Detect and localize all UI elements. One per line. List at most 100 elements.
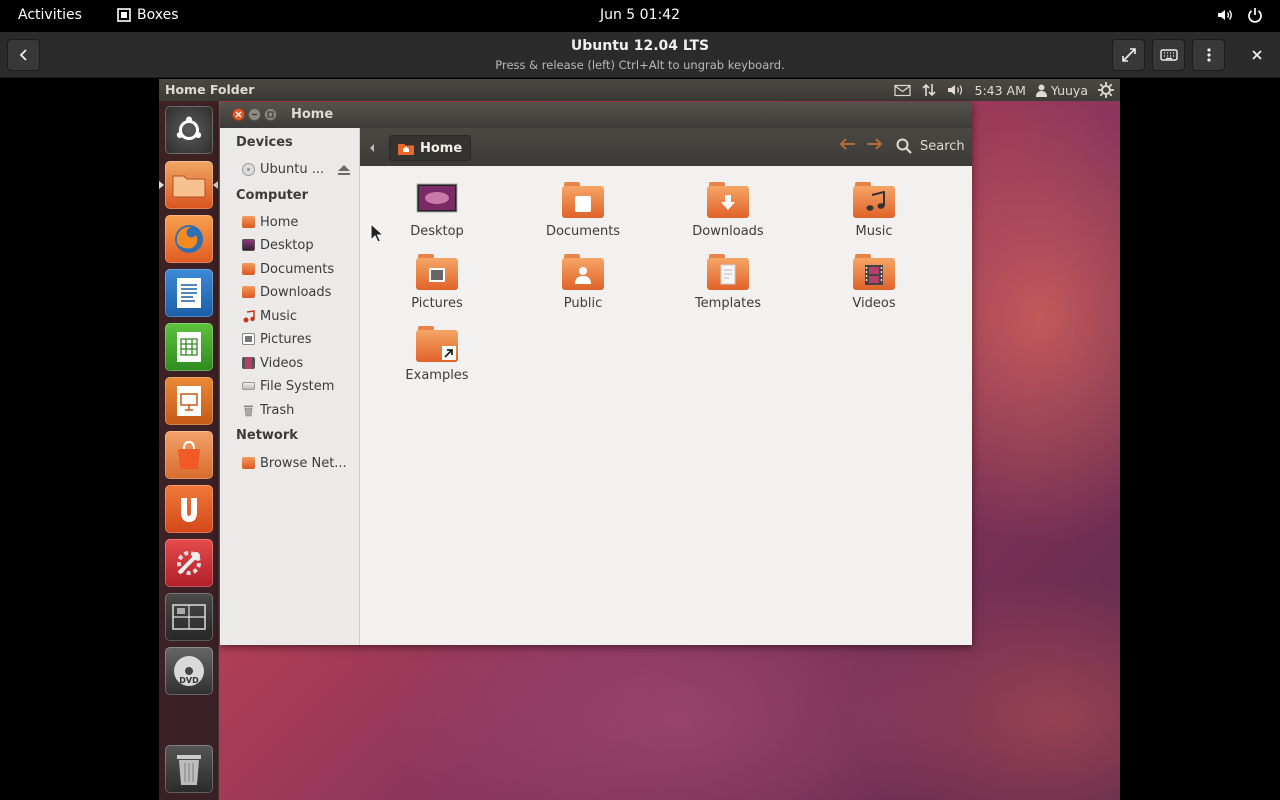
window-close-button[interactable] — [232, 108, 245, 121]
breadcrumb-home[interactable]: Home — [389, 135, 472, 161]
launcher-system-settings[interactable] — [165, 539, 213, 587]
folder-templates[interactable]: Templates — [668, 254, 788, 318]
sidebar-item-downloads[interactable]: Downloads — [242, 282, 358, 302]
folder-music[interactable]: Music — [814, 182, 934, 246]
sidebar-item-documents[interactable]: Documents — [242, 259, 358, 279]
unity-launcher: DVD — [159, 101, 219, 800]
sound-icon[interactable] — [947, 83, 965, 97]
breadcrumb-left-arrow-icon[interactable] — [369, 144, 375, 152]
documents-folder-icon — [562, 182, 604, 218]
item-label: Public — [563, 296, 603, 311]
launcher-workspace-switcher[interactable] — [165, 593, 213, 641]
gnome-top-bar: Activities Boxes Jun 5 01:42 — [0, 0, 1280, 32]
folder-public[interactable]: Public — [523, 254, 643, 318]
launcher-software-center[interactable] — [165, 431, 213, 479]
window-titlebar[interactable]: Home — [220, 102, 972, 128]
sidebar-item-file-system[interactable]: File System — [242, 376, 358, 396]
search-button[interactable]: Search — [896, 138, 965, 154]
sidebar-item-videos[interactable]: Videos — [242, 353, 358, 373]
dash-home-button[interactable] — [165, 106, 213, 154]
user-name: Yuuya — [1050, 82, 1088, 98]
item-label: Templates — [694, 296, 762, 311]
breadcrumb-label: Home — [420, 140, 463, 156]
sidebar-item-pictures[interactable]: Pictures — [242, 329, 358, 349]
sidebar-heading-computer: Computer — [236, 188, 309, 203]
more-vertical-icon — [1206, 48, 1211, 62]
folder-videos[interactable]: Videos — [814, 254, 934, 318]
workspace-switcher-icon — [172, 604, 206, 630]
launcher-firefox[interactable] — [165, 215, 213, 263]
vm-subtitle: Press & release (left) Ctrl+Alt to ungra… — [495, 58, 785, 72]
item-label: Documents — [545, 224, 621, 239]
boxes-app-icon — [117, 8, 131, 22]
hard-drive-icon — [242, 382, 255, 390]
clock[interactable]: Jun 5 01:42 — [600, 7, 680, 23]
item-label: Videos — [852, 296, 896, 311]
launcher-writer[interactable] — [165, 269, 213, 317]
videos-folder-icon — [853, 254, 895, 290]
sidebar-item-label: Downloads — [260, 284, 332, 300]
volume-icon[interactable] — [1216, 6, 1234, 24]
activities-button[interactable]: Activities — [18, 7, 82, 23]
launcher-files[interactable] — [165, 161, 213, 209]
sidebar-item-browse-network[interactable]: Browse Net... — [242, 453, 358, 473]
close-button[interactable] — [1240, 39, 1273, 71]
shopping-bag-icon — [178, 440, 200, 469]
home-folder-icon — [242, 216, 255, 228]
sidebar-item-label: Ubuntu ... — [260, 161, 325, 177]
downloads-folder-icon — [707, 182, 749, 218]
writer-document-icon — [177, 278, 201, 308]
sidebar-item-music[interactable]: Music — [242, 306, 358, 326]
music-folder-icon — [853, 182, 895, 218]
impress-presentation-icon — [177, 386, 201, 416]
calc-spreadsheet-icon — [177, 332, 201, 362]
folder-examples[interactable]: Examples — [377, 326, 497, 390]
user-menu[interactable]: Yuuya — [1035, 82, 1088, 98]
pictures-folder-icon — [416, 254, 458, 290]
folder-documents[interactable]: Documents — [523, 182, 643, 246]
places-sidebar: Devices Ubuntu ... Computer Home Desktop… — [220, 128, 360, 645]
item-label: Music — [855, 224, 893, 239]
wrench-icon — [177, 551, 201, 575]
folder-desktop[interactable]: Desktop — [377, 182, 497, 246]
launcher-trash[interactable] — [165, 745, 213, 793]
forward-arrow-icon[interactable] — [866, 137, 884, 151]
folder-pictures[interactable]: Pictures — [377, 254, 497, 318]
fullscreen-icon — [1121, 48, 1136, 62]
power-icon[interactable] — [1246, 6, 1264, 24]
sidebar-item-label: Desktop — [260, 237, 314, 253]
eject-icon[interactable] — [337, 164, 351, 176]
sidebar-heading-devices: Devices — [236, 135, 293, 150]
sidebar-item-home[interactable]: Home — [242, 212, 358, 232]
fullscreen-button[interactable] — [1112, 39, 1145, 71]
mouse-cursor-icon — [370, 223, 384, 243]
sidebar-item-trash[interactable]: Trash — [242, 400, 358, 420]
launcher-ubuntu-one[interactable] — [165, 485, 213, 533]
vm-display[interactable]: Home Folder 5:43 AM Yuuya DVD Home Devic… — [159, 79, 1120, 800]
folder-icon — [172, 175, 206, 198]
sidebar-item-desktop[interactable]: Desktop — [242, 235, 358, 255]
network-icon[interactable] — [921, 82, 937, 98]
launcher-impress[interactable] — [165, 377, 213, 425]
file-view[interactable]: Desktop Documents Downloads Music Pictur… — [360, 166, 972, 645]
app-menu-boxes[interactable]: Boxes — [117, 7, 179, 23]
window-minimize-button[interactable] — [248, 108, 261, 121]
sidebar-item-label: Home — [260, 214, 299, 230]
folder-downloads[interactable]: Downloads — [668, 182, 788, 246]
panel-clock[interactable]: 5:43 AM — [975, 83, 1026, 98]
dvd-icon: DVD — [174, 656, 204, 686]
trash-icon — [244, 405, 253, 416]
item-label: Pictures — [411, 296, 463, 311]
back-arrow-icon[interactable] — [838, 137, 856, 151]
boxes-header-bar: Ubuntu 12.04 LTS Press & release (left) … — [0, 32, 1280, 78]
menu-button[interactable] — [1192, 39, 1225, 71]
mail-icon[interactable] — [893, 84, 911, 97]
keyboard-icon — [1159, 49, 1178, 61]
settings-gear-icon[interactable] — [1098, 82, 1114, 98]
window-maximize-button[interactable] — [264, 108, 277, 121]
keyboard-button[interactable] — [1152, 39, 1185, 71]
app-menu-label: Boxes — [137, 7, 179, 23]
launcher-dvd[interactable]: DVD — [165, 647, 213, 695]
trash-icon — [177, 755, 201, 785]
launcher-calc[interactable] — [165, 323, 213, 371]
